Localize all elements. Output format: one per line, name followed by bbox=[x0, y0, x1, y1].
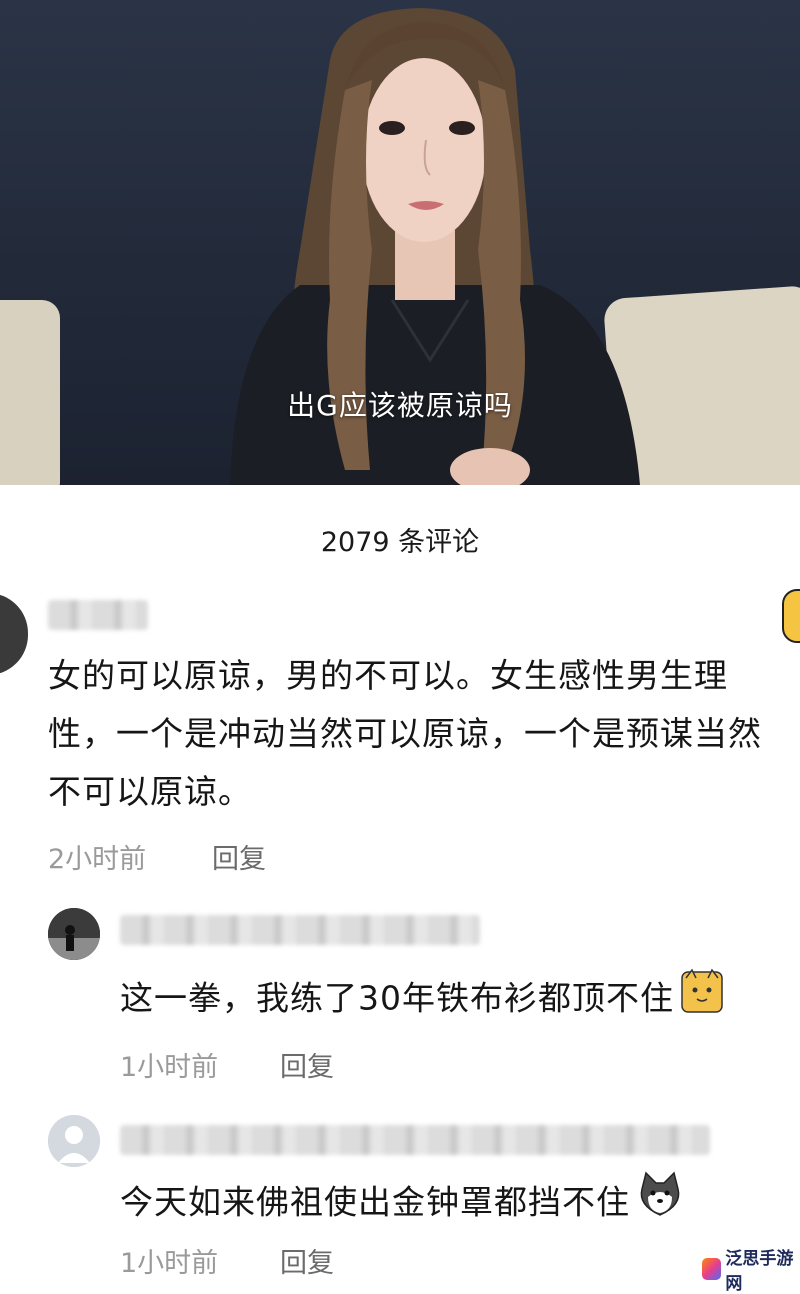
reply-text: 这一拳，我练了30年铁布衫都顶不住 bbox=[120, 968, 800, 1032]
reply-text: 今天如来佛祖使出金钟罩都挡不住 bbox=[120, 1171, 800, 1237]
cat-face-icon bbox=[680, 968, 724, 1032]
site-watermark: 泛思手游网 bbox=[702, 1249, 800, 1294]
comments-panel: 2079 条评论 女的可以原谅，男的不可以。女生感性男生理性，一个是冲动当然可以… bbox=[0, 485, 800, 1287]
comment-text: 女的可以原谅，男的不可以。女生感性男生理性，一个是冲动当然可以原谅，一个是预谋当… bbox=[48, 656, 762, 811]
silhouette-icon bbox=[48, 908, 100, 960]
comment-timestamp: 2小时前 bbox=[48, 844, 147, 875]
reply-avatar[interactable] bbox=[48, 908, 100, 960]
reply-username-blurred[interactable] bbox=[120, 915, 480, 945]
commenter-username-blurred[interactable] bbox=[48, 600, 148, 630]
commenter-avatar[interactable] bbox=[0, 593, 28, 675]
video-caption: 出G应该被原谅吗 bbox=[287, 389, 513, 422]
watermark-logo-icon bbox=[702, 1258, 722, 1280]
reply-username-blurred[interactable] bbox=[120, 1125, 710, 1155]
dog-face-icon bbox=[636, 1171, 684, 1237]
reply-text-content: 今天如来佛祖使出金钟罩都挡不住 bbox=[120, 1182, 630, 1222]
reply-reply-button[interactable]: 回复 bbox=[280, 1045, 334, 1084]
side-emoji-icon bbox=[782, 589, 800, 643]
video-player[interactable]: 出G应该被原谅吗 bbox=[0, 0, 800, 485]
default-user-icon bbox=[48, 1115, 100, 1167]
reply-reply-button[interactable]: 回复 bbox=[280, 1241, 334, 1280]
comment-reply-button[interactable]: 回复 bbox=[212, 837, 266, 876]
reply-timestamp: 1小时前 bbox=[120, 1052, 219, 1083]
comment-count-title: 2079 条评论 bbox=[320, 527, 480, 558]
reply-text-content: 这一拳，我练了30年铁布衫都顶不住 bbox=[120, 978, 674, 1018]
reply-timestamp: 1小时前 bbox=[120, 1248, 219, 1279]
reply-avatar[interactable] bbox=[48, 1115, 100, 1167]
